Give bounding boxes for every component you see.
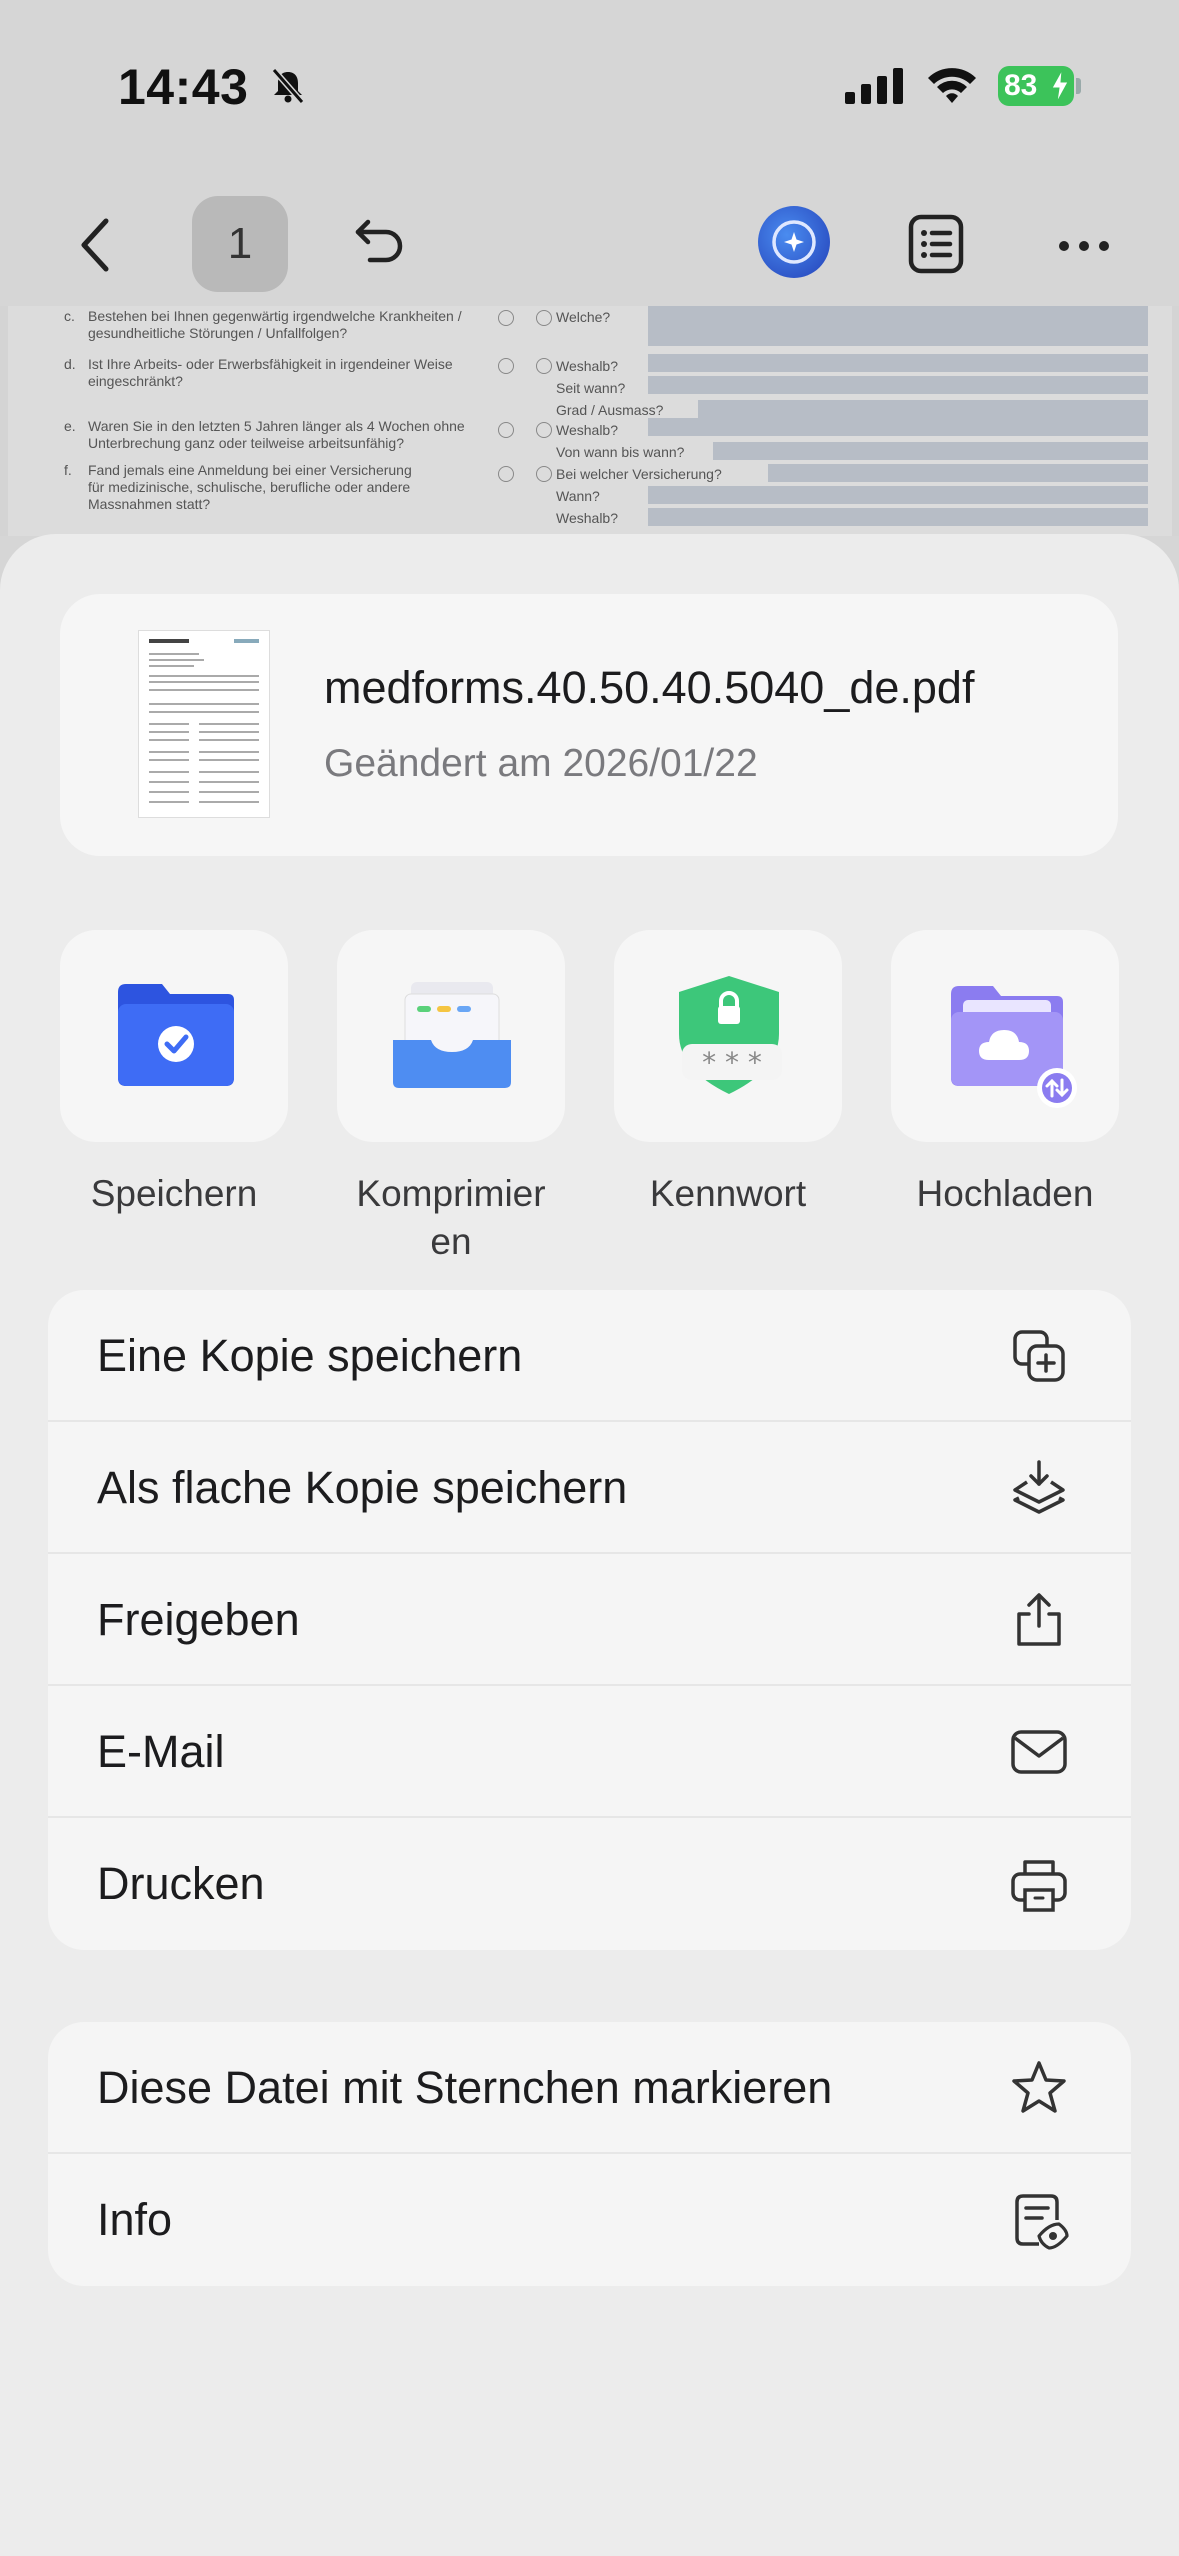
radio-no[interactable] [536, 358, 552, 374]
answer-label: Weshalb? [556, 422, 619, 438]
row-letter: f. [64, 462, 72, 478]
folder-check-icon [118, 984, 234, 1086]
outline-list-icon[interactable] [908, 214, 964, 274]
answer-label: Weshalb? [556, 358, 619, 374]
form-question: Fand jemals eine Anmeldung bei einer Ver… [88, 462, 412, 512]
status-bar: 14:43 83 [0, 0, 1179, 170]
pdf-page: c. Bestehen bei Ihnen gegenwärtig irgend… [8, 306, 1172, 536]
status-time: 14:43 [118, 59, 249, 115]
star-icon [1012, 2061, 1066, 2113]
menu-item-label: Info [97, 2194, 173, 2245]
upload-tile-label: Hochladen [916, 1173, 1094, 1214]
radio-yes[interactable] [498, 310, 514, 326]
password-tile[interactable]: * * * [614, 930, 842, 1142]
silent-mode-icon [271, 68, 305, 104]
menu-item-label: Freigeben [97, 1594, 300, 1645]
document-toolbar: 1 [0, 170, 1179, 306]
document-view: c. Bestehen bei Ihnen gegenwärtig irgend… [0, 306, 1179, 536]
back-chevron-icon[interactable] [72, 215, 122, 275]
answer-label: Seit wann? [556, 380, 626, 396]
ai-sparkle-icon [772, 220, 816, 264]
radio-no[interactable] [536, 466, 552, 482]
email-item[interactable]: E-Mail [48, 1686, 1131, 1818]
answer-field[interactable] [698, 400, 1148, 418]
file-name: medforms.40.50.40.5040_de.pdf [324, 662, 975, 713]
answer-field[interactable] [648, 354, 1148, 372]
wifi-icon [928, 68, 976, 103]
cloud-upload-folder-icon [951, 986, 1077, 1108]
printer-icon [1011, 1860, 1067, 1912]
copy-add-icon [1013, 1330, 1065, 1382]
pdf-thumbnail-preview [149, 639, 259, 803]
share-icon [1017, 1593, 1061, 1646]
password-shield-icon: * * * [679, 976, 782, 1094]
page-number-button[interactable]: 1 [192, 196, 288, 292]
cellular-signal-icon [845, 68, 903, 104]
battery-cap [1076, 78, 1081, 94]
star-file-item[interactable]: Diese Datei mit Sternchen markieren [48, 2022, 1131, 2154]
radio-yes[interactable] [498, 422, 514, 438]
save-tile-label: Speichern [90, 1173, 258, 1214]
radio-no[interactable] [536, 310, 552, 326]
answer-field[interactable] [648, 508, 1148, 526]
form-question: Ist Ihre Arbeits- oder Erwerbsfähigkeit … [88, 356, 453, 389]
form-row: e. [64, 418, 76, 435]
svg-text:* * *: * * * [702, 1046, 762, 1079]
share-item[interactable]: Freigeben [48, 1554, 1131, 1686]
menu-item-label: Eine Kopie speichern [97, 1330, 523, 1381]
radio-yes[interactable] [498, 358, 514, 374]
radio-no[interactable] [536, 422, 552, 438]
row-letter: e. [64, 418, 76, 434]
answer-field[interactable] [648, 418, 1148, 436]
file-thumbnail [138, 630, 270, 818]
more-options-icon[interactable] [1058, 240, 1110, 252]
file-actions-sheet: medforms.40.50.40.5040_de.pdf Geändert a… [0, 534, 1179, 2556]
answer-label: Welche? [556, 309, 611, 325]
answer-field[interactable] [713, 442, 1148, 460]
file-extra-menu: Diese Datei mit Sternchen markieren Info [48, 2022, 1131, 2286]
answer-label: Weshalb? [556, 510, 619, 526]
menu-item-label: Als flache Kopie speichern [97, 1462, 628, 1513]
save-tile[interactable] [60, 930, 288, 1142]
answer-field[interactable] [648, 486, 1148, 504]
form-row: f. [64, 462, 72, 479]
upload-tile[interactable] [891, 930, 1119, 1142]
form-question: Bestehen bei Ihnen gegenwärtig irgendwel… [88, 308, 462, 341]
answer-field[interactable] [768, 464, 1148, 482]
answer-field[interactable] [648, 376, 1148, 394]
answer-label: Grad / Ausmass? [556, 402, 664, 418]
flatten-download-icon [1013, 1460, 1065, 1514]
answer-label: Von wann bis wann? [556, 444, 685, 460]
info-doc-icon [1015, 2194, 1069, 2250]
row-letter: d. [64, 356, 76, 372]
menu-item-label: Drucken [97, 1858, 265, 1909]
form-question: Waren Sie in den letzten 5 Jahren länger… [88, 418, 465, 451]
save-copy-item[interactable]: Eine Kopie speichern [48, 1290, 1131, 1422]
charging-bolt-icon [1051, 70, 1069, 102]
menu-item-label: E-Mail [97, 1726, 225, 1777]
row-letter: c. [64, 308, 75, 324]
form-row: d. [64, 356, 76, 373]
answer-label: Bei welcher Versicherung? [556, 466, 722, 482]
undo-icon[interactable] [352, 216, 408, 268]
save-flat-copy-item[interactable]: Als flache Kopie speichern [48, 1422, 1131, 1554]
answer-field[interactable] [648, 306, 1148, 346]
radio-yes[interactable] [498, 466, 514, 482]
file-actions-menu: Eine Kopie speichern Als flache Kopie sp… [48, 1290, 1131, 1950]
print-item[interactable]: Drucken [48, 1818, 1131, 1950]
compress-tile-label: Komprimier en [356, 1173, 546, 1262]
mail-icon [1011, 1730, 1067, 1774]
file-modified-date: Geändert am 2026/01/22 [324, 742, 758, 785]
ai-assistant-button[interactable] [758, 206, 830, 278]
compress-tray-icon [393, 982, 511, 1088]
password-tile-label: Kennwort [649, 1173, 807, 1214]
info-item[interactable]: Info [48, 2154, 1131, 2286]
file-info-card: medforms.40.50.40.5040_de.pdf Geändert a… [60, 594, 1118, 856]
form-row: c. [64, 308, 75, 325]
menu-item-label: Diese Datei mit Sternchen markieren [97, 2062, 833, 2113]
compress-tile[interactable] [337, 930, 565, 1142]
answer-label: Wann? [556, 488, 600, 504]
